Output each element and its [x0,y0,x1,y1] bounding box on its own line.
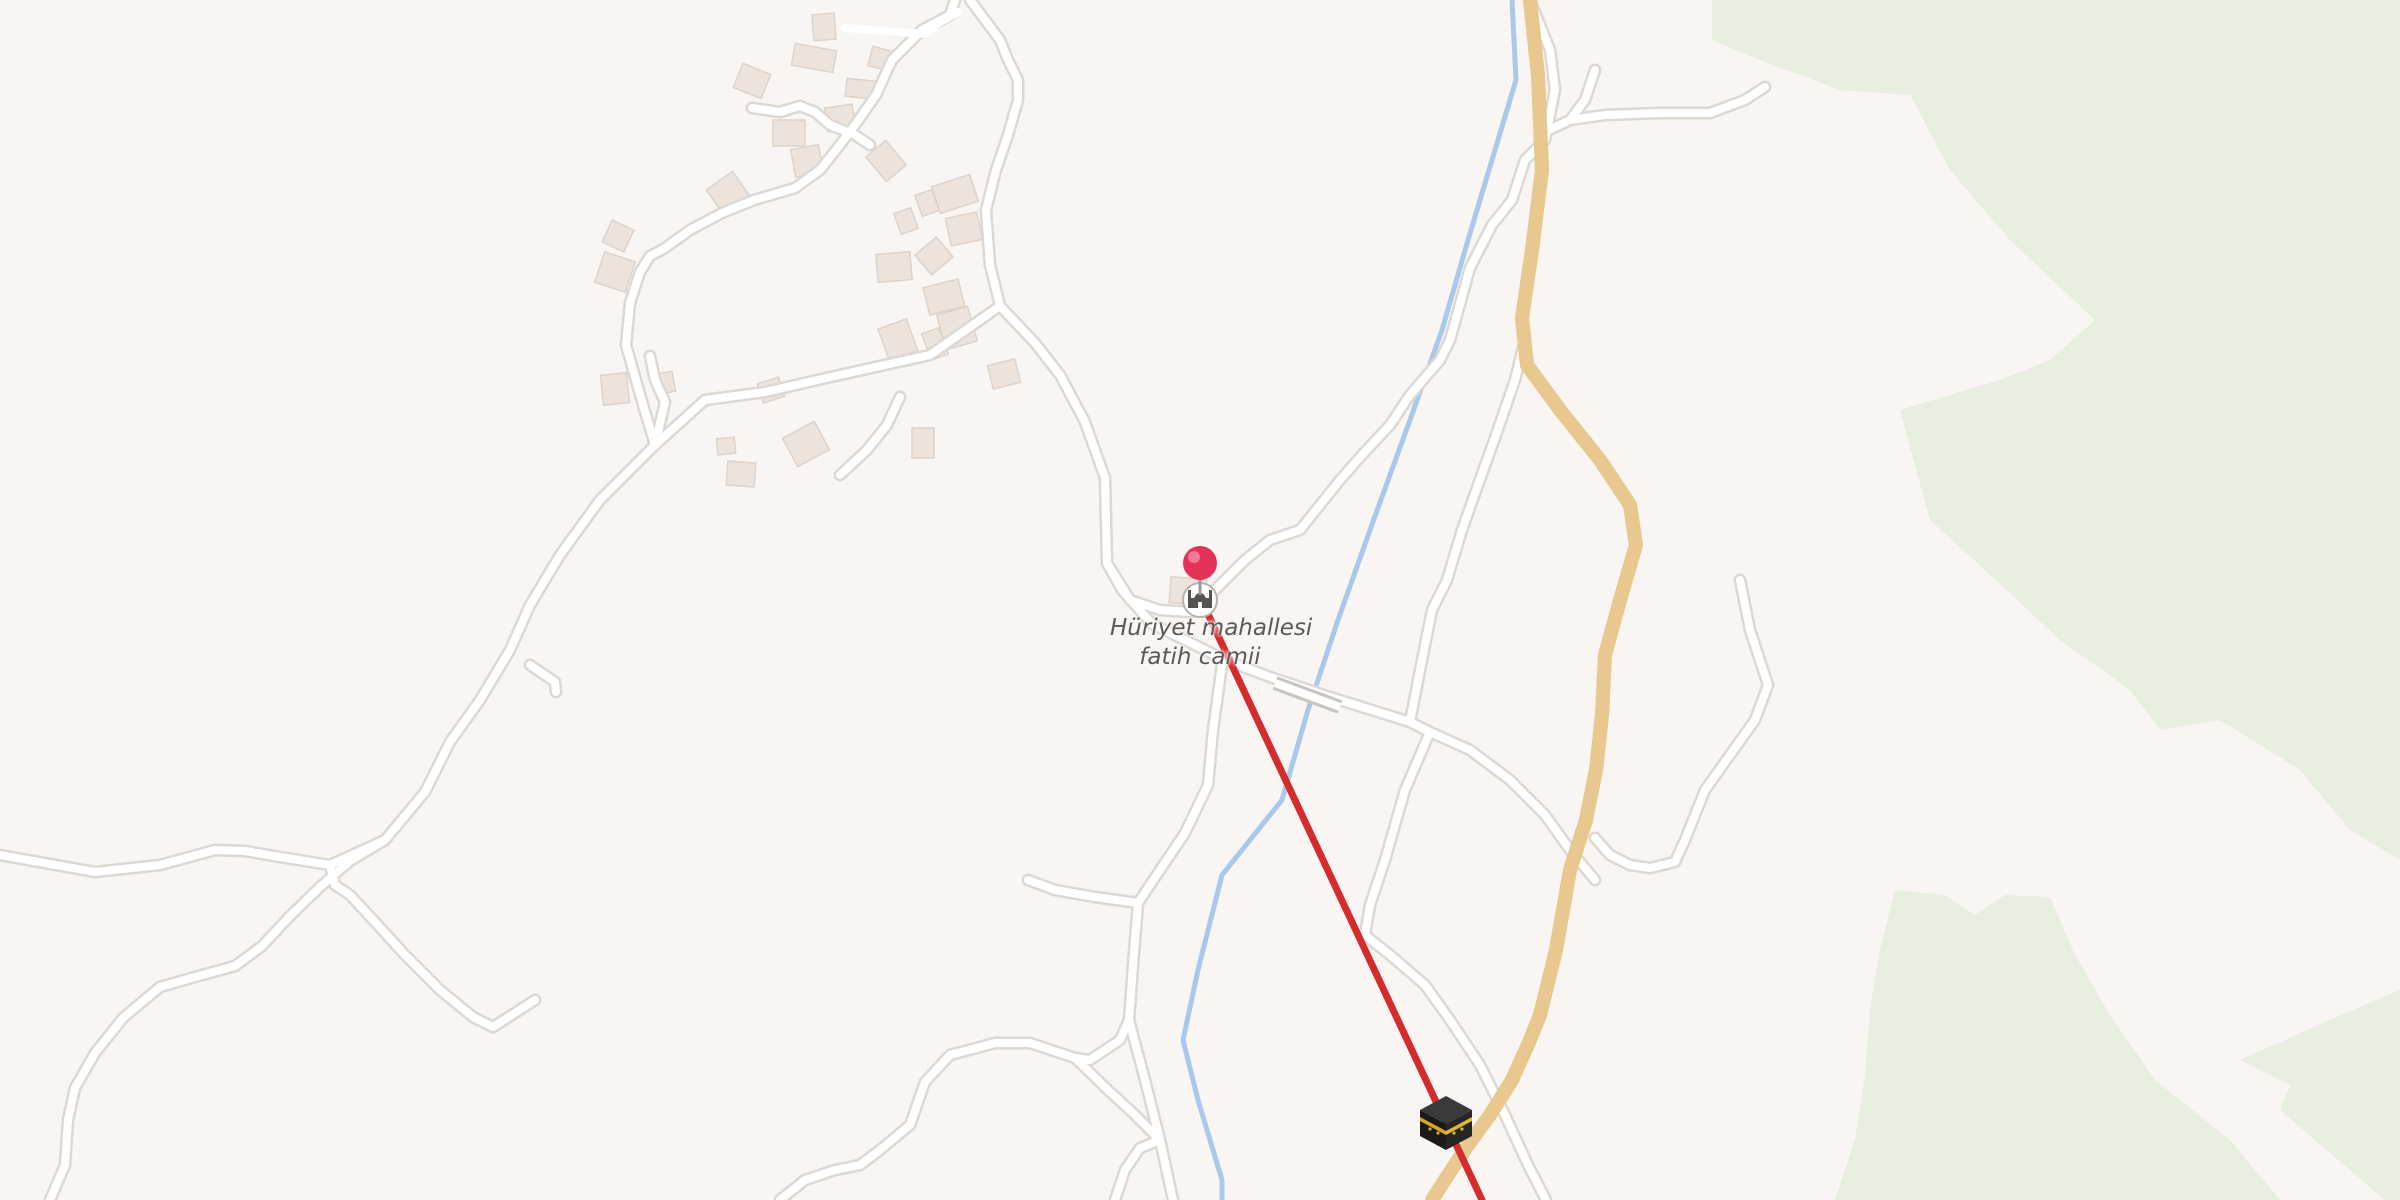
poi-name-line1: Hüriyet mahallesi [1110,615,1313,641]
map-canvas[interactable]: Hüriyet mahallesi fatih camii [0,0,2400,1200]
map-layer[interactable] [0,0,2400,1200]
river [1180,0,1519,1200]
forest-areas [1712,0,2400,1200]
main-road [1425,0,1643,1200]
poi-label[interactable]: Hüriyet mahallesi fatih camii [1110,614,1313,672]
buildings [593,12,1208,607]
poi-name-line2: fatih camii [1139,644,1261,670]
